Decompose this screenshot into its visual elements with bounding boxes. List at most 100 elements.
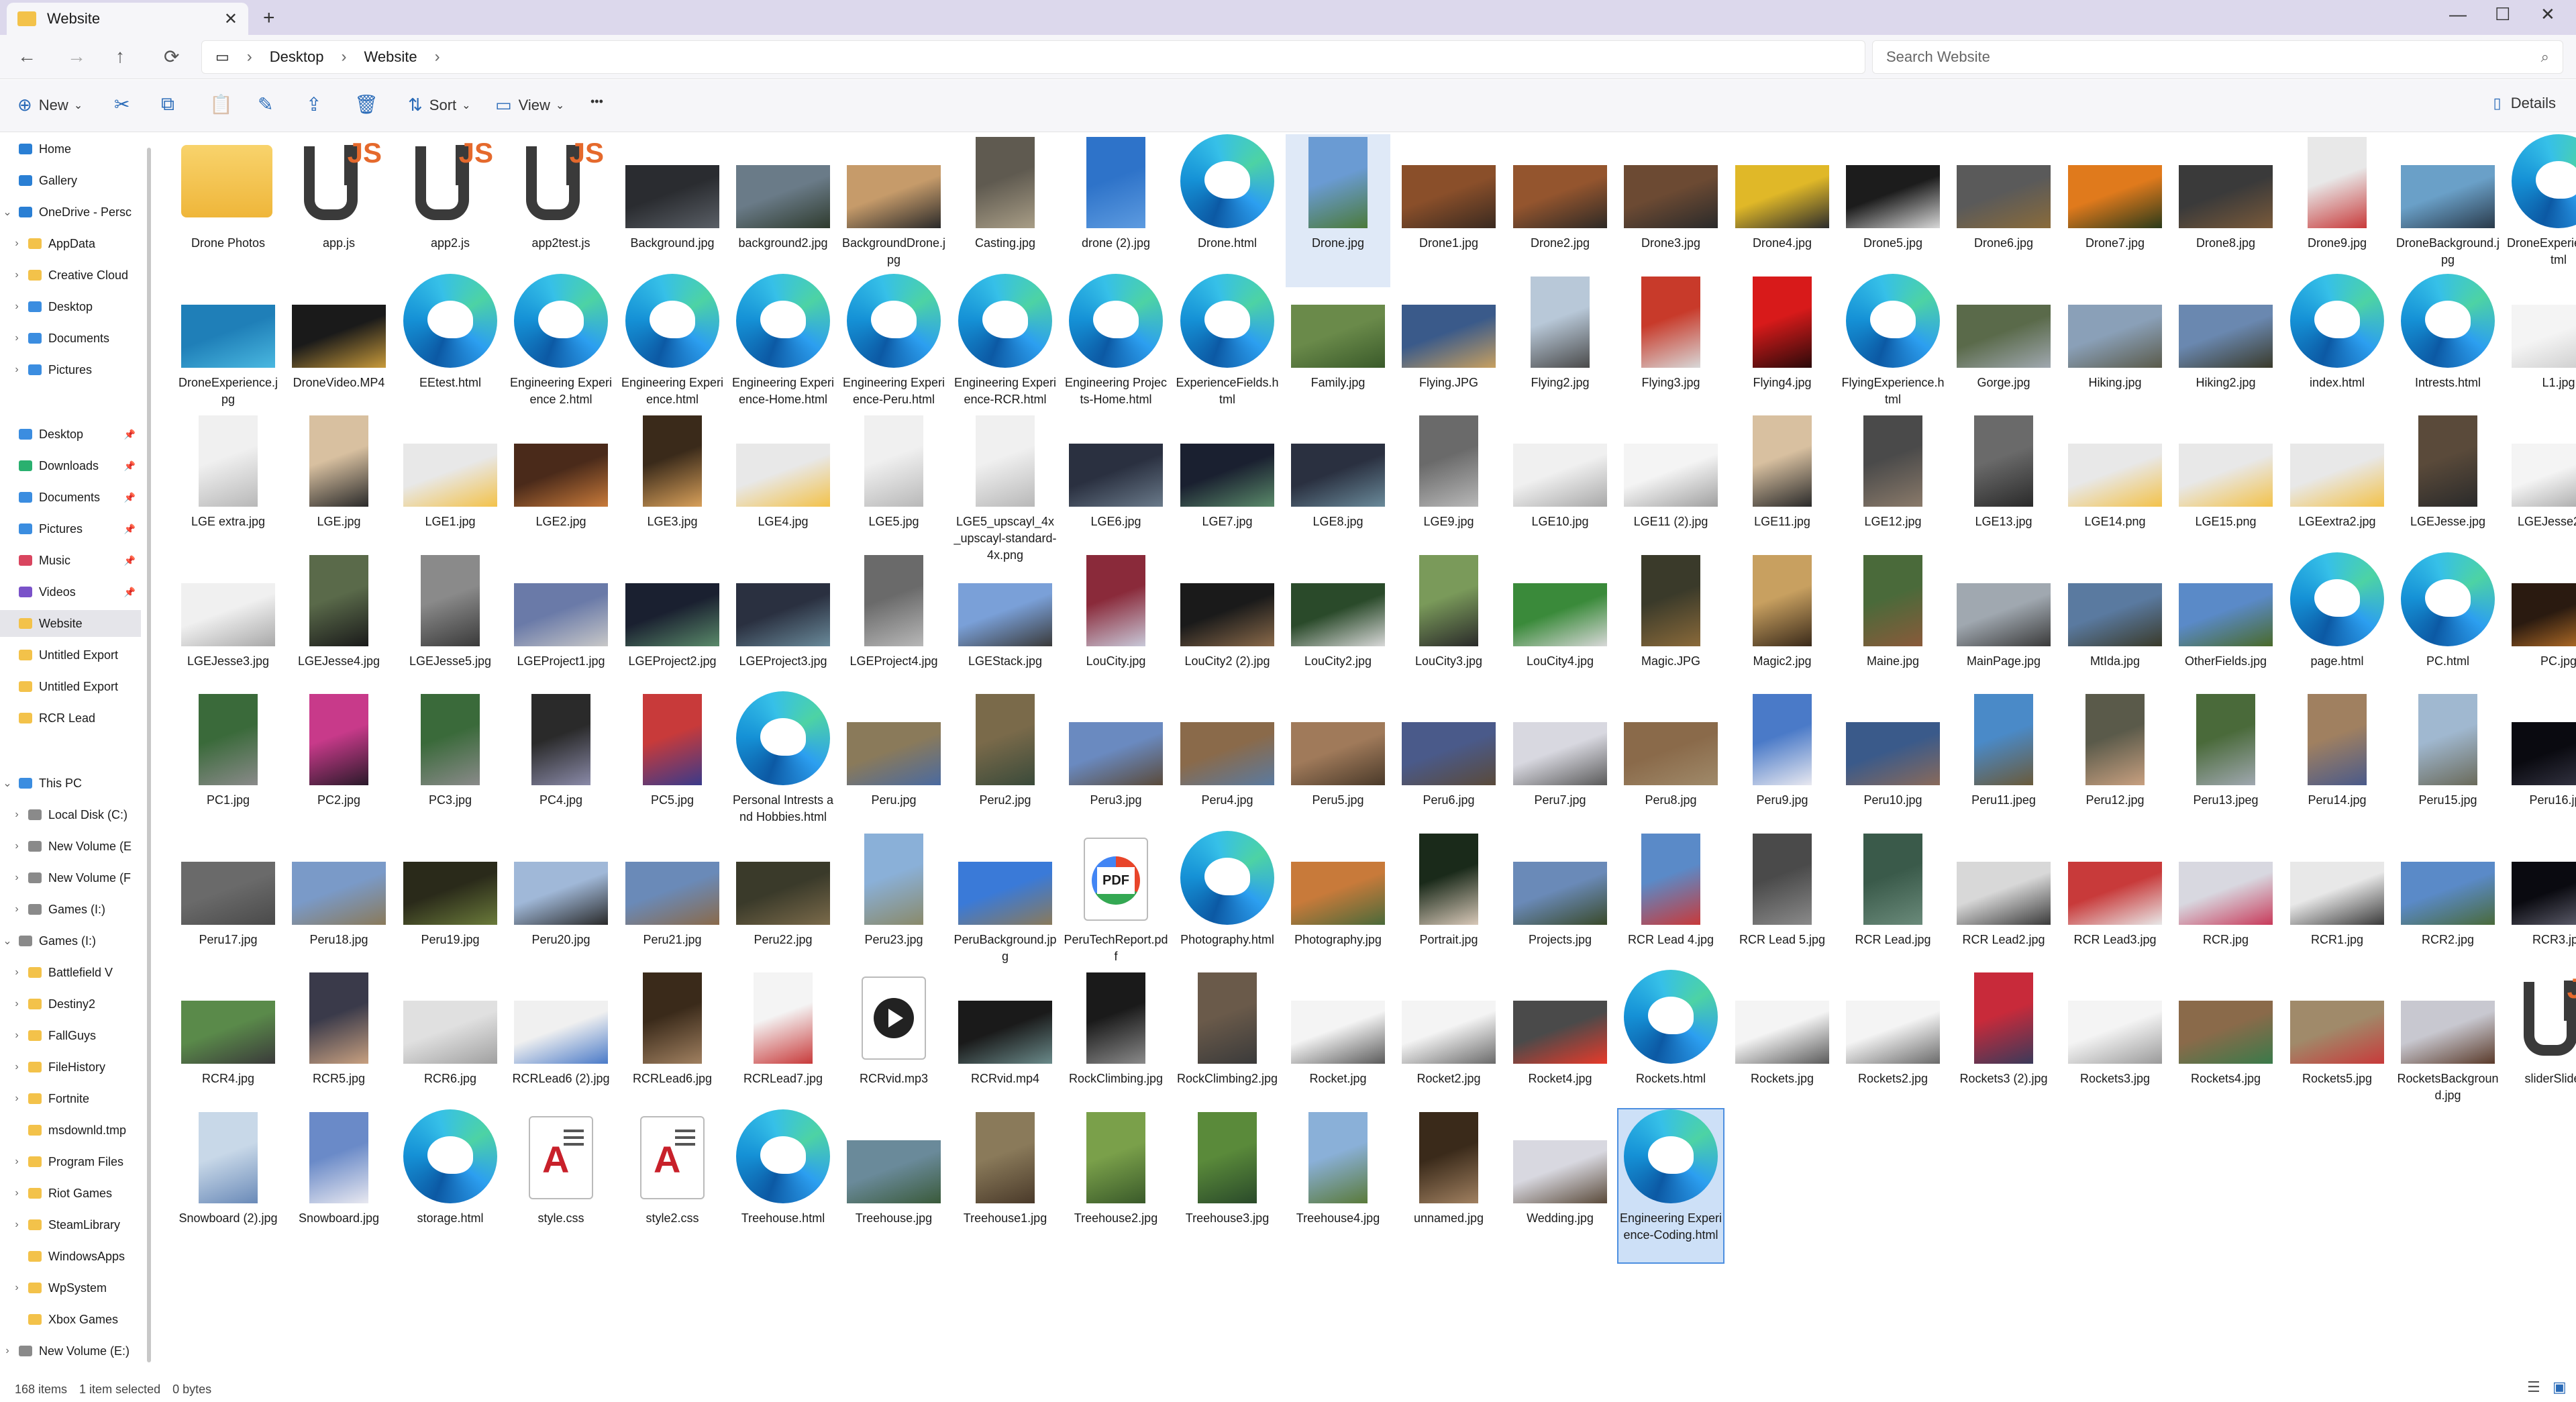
nav-item[interactable]: Xbox Games (9, 1306, 146, 1333)
file-item[interactable]: Peru9.jpg (1730, 691, 1835, 844)
file-item[interactable]: Engineering Experience-Home.html (731, 274, 835, 427)
file-item[interactable]: RCR2.jpg (2395, 831, 2500, 984)
expand-chevron-icon[interactable]: › (9, 1156, 24, 1168)
file-item[interactable]: LGE11.jpg (1730, 413, 1835, 566)
file-item[interactable]: Peru12.jpg (2063, 691, 2167, 844)
file-item[interactable]: Flying3.jpg (1618, 274, 1723, 427)
file-item[interactable]: Peru22.jpg (731, 831, 835, 984)
delete-icon[interactable]: 🗑 (354, 93, 378, 115)
file-item[interactable]: RockClimbing2.jpg (1175, 970, 1280, 1123)
file-item[interactable]: Treehouse2.jpg (1064, 1109, 1168, 1262)
file-item[interactable]: Peru8.jpg (1618, 691, 1723, 844)
file-item[interactable]: LGE9.jpg (1396, 413, 1501, 566)
nav-item[interactable]: msdownld.tmp (9, 1117, 146, 1144)
file-item[interactable]: Engineering Experience-Peru.html (841, 274, 946, 427)
file-item[interactable]: EEtest.html (398, 274, 503, 427)
nav-item[interactable]: › Games (I:) (9, 896, 146, 923)
file-item[interactable]: Peru15.jpg (2395, 691, 2500, 844)
file-item[interactable]: PC1.jpg (176, 691, 280, 844)
nav-item[interactable]: › AppData (9, 230, 146, 257)
nav-item[interactable]: › SteamLibrary (9, 1211, 146, 1238)
file-item[interactable]: LGE10.jpg (1508, 413, 1612, 566)
file-item[interactable]: LGE7.jpg (1175, 413, 1280, 566)
file-item[interactable]: OtherFields.jpg (2173, 552, 2278, 705)
expand-chevron-icon[interactable]: ⌄ (0, 777, 15, 790)
refresh-button[interactable]: ⟳ (164, 46, 179, 68)
breadcrumb-desktop[interactable]: Desktop (270, 48, 324, 66)
file-item[interactable]: LGEJesse4.jpg (287, 552, 391, 705)
chevron-right-icon[interactable]: › (247, 48, 252, 66)
file-item[interactable]: Treehouse1.jpg (953, 1109, 1058, 1262)
file-item[interactable]: RCRLead6 (2).jpg (509, 970, 613, 1123)
file-item[interactable]: Treehouse.html (731, 1109, 835, 1262)
file-item[interactable]: RCR Lead 4.jpg (1618, 831, 1723, 984)
chevron-right-icon[interactable]: › (435, 48, 440, 66)
file-item[interactable]: LouCity4.jpg (1508, 552, 1612, 705)
nav-item[interactable]: › Battlefield V (9, 959, 146, 986)
nav-item[interactable]: Untitled Export (0, 642, 141, 668)
file-item[interactable]: Magic.JPG (1618, 552, 1723, 705)
file-item[interactable]: LGE5.jpg (841, 413, 946, 566)
file-item[interactable]: Peru4.jpg (1175, 691, 1280, 844)
file-item[interactable]: Drone6.jpg (1951, 134, 2056, 287)
file-item[interactable]: Engineering Experience 2.html (509, 274, 613, 427)
file-item[interactable]: Treehouse.jpg (841, 1109, 946, 1262)
file-item[interactable]: drone (2).jpg (1064, 134, 1168, 287)
nav-item[interactable]: › Documents (9, 325, 146, 352)
cut-icon[interactable]: ✂ (114, 93, 130, 115)
file-item[interactable]: background2.jpg (731, 134, 835, 287)
expand-chevron-icon[interactable]: › (9, 1187, 24, 1199)
file-item[interactable]: Drone5.jpg (1841, 134, 1945, 287)
share-icon[interactable]: ⇪ (306, 93, 321, 115)
expand-chevron-icon[interactable]: › (9, 1061, 24, 1073)
file-item[interactable]: Drone.jpg (1286, 134, 1390, 287)
breadcrumb[interactable]: ▭ › Desktop › Website › (201, 40, 1865, 74)
file-item[interactable]: PC3.jpg (398, 691, 503, 844)
nav-item[interactable]: › Creative Cloud (9, 262, 146, 289)
file-item[interactable]: LGE extra.jpg (176, 413, 280, 566)
file-item[interactable]: Rockets2.jpg (1841, 970, 1945, 1123)
file-item[interactable]: Photography.html (1175, 831, 1280, 984)
file-item[interactable]: RCR3.jpg (2506, 831, 2576, 984)
file-item[interactable]: LGEProject1.jpg (509, 552, 613, 705)
file-item[interactable]: Peru20.jpg (509, 831, 613, 984)
file-item[interactable]: PC2.jpg (287, 691, 391, 844)
file-item[interactable]: Hiking.jpg (2063, 274, 2167, 427)
expand-chevron-icon[interactable]: › (9, 966, 24, 979)
file-item[interactable]: RCRLead6.jpg (620, 970, 725, 1123)
nav-item[interactable]: › FileHistory (9, 1054, 146, 1081)
file-item[interactable]: storage.html (398, 1109, 503, 1262)
expand-chevron-icon[interactable]: ⌄ (0, 934, 15, 948)
expand-chevron-icon[interactable]: › (9, 903, 24, 915)
file-item[interactable]: Drone7.jpg (2063, 134, 2167, 287)
file-item[interactable]: Rocket.jpg (1286, 970, 1390, 1123)
file-item[interactable]: LGEStack.jpg (953, 552, 1058, 705)
nav-item[interactable]: › Fortnite (9, 1085, 146, 1112)
file-item[interactable]: Projects.jpg (1508, 831, 1612, 984)
file-item[interactable]: Drone Photos (176, 134, 280, 287)
nav-item[interactable]: Pictures 📌 (0, 515, 141, 542)
nav-item[interactable]: ⌄ This PC (0, 770, 141, 797)
file-item[interactable]: RockClimbing.jpg (1064, 970, 1168, 1123)
expand-chevron-icon[interactable]: › (9, 1219, 24, 1231)
large-icons-view-icon[interactable]: ▣ (2553, 1379, 2567, 1396)
close-tab-icon[interactable]: ✕ (224, 9, 238, 29)
file-item[interactable]: RCRLead7.jpg (731, 970, 835, 1123)
file-item[interactable]: Rocket4.jpg (1508, 970, 1612, 1123)
paste-icon[interactable]: 📋 (209, 93, 233, 115)
expand-chevron-icon[interactable]: › (9, 238, 24, 250)
file-item[interactable]: Peru.jpg (841, 691, 946, 844)
file-item[interactable]: Drone1.jpg (1396, 134, 1501, 287)
nav-item[interactable]: Music 📌 (0, 547, 141, 574)
sort-button[interactable]: ⇅ Sort ⌄ (408, 95, 471, 115)
nav-item[interactable]: Documents 📌 (0, 484, 141, 511)
expand-chevron-icon[interactable]: › (9, 332, 24, 344)
nav-item[interactable]: › Desktop (9, 293, 146, 320)
file-item[interactable]: Casting.jpg (953, 134, 1058, 287)
file-item[interactable]: Drone.html (1175, 134, 1280, 287)
nav-item[interactable]: Downloads 📌 (0, 452, 141, 479)
file-item[interactable]: Family.jpg (1286, 274, 1390, 427)
file-item[interactable]: Drone3.jpg (1618, 134, 1723, 287)
file-item[interactable]: LouCity3.jpg (1396, 552, 1501, 705)
file-item[interactable]: Flying.JPG (1396, 274, 1501, 427)
